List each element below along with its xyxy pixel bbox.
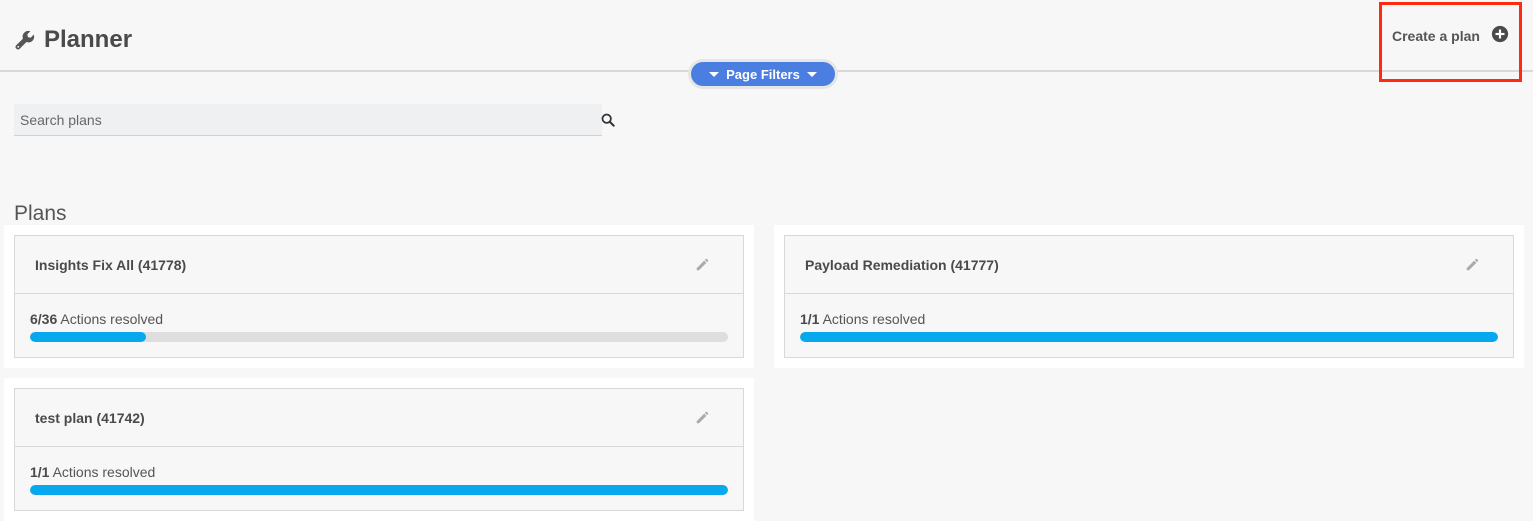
plan-card-body: 1/1 Actions resolved bbox=[15, 447, 743, 510]
caret-down-icon bbox=[709, 71, 720, 77]
plan-card-body: 6/36 Actions resolved bbox=[15, 294, 743, 357]
progress-bar bbox=[30, 332, 728, 342]
plan-card-header: test plan (41742) bbox=[15, 389, 743, 447]
progress-bar bbox=[800, 332, 1498, 342]
plan-card: test plan (41742) 1/1 Actions resolved bbox=[4, 378, 754, 521]
plan-card-header: Payload Remediation (41777) bbox=[785, 236, 1513, 294]
plan-card: Insights Fix All (41778) 6/36 Actions re… bbox=[4, 225, 754, 368]
page-filters-button[interactable]: Page Filters bbox=[688, 59, 838, 89]
actions-resolved-text: 1/1 Actions resolved bbox=[800, 311, 925, 327]
plan-card-header: Insights Fix All (41778) bbox=[15, 236, 743, 294]
actions-resolved-text: 6/36 Actions resolved bbox=[30, 311, 163, 327]
resolved-fraction: 1/1 bbox=[800, 311, 820, 327]
plan-title[interactable]: Insights Fix All (41778) bbox=[35, 257, 186, 273]
page-title-group: Planner bbox=[14, 26, 132, 54]
progress-bar-fill bbox=[30, 332, 147, 342]
search-icon[interactable] bbox=[601, 113, 615, 127]
wrench-icon bbox=[15, 30, 35, 50]
page-title: Planner bbox=[44, 26, 133, 53]
plan-card: Payload Remediation (41777) 1/1 Actions … bbox=[774, 225, 1524, 368]
progress-bar-fill bbox=[30, 485, 728, 495]
resolved-fraction: 1/1 bbox=[30, 464, 50, 480]
pencil-icon[interactable] bbox=[695, 411, 709, 425]
page-filters-inner: Page Filters bbox=[691, 62, 835, 86]
search-field bbox=[14, 104, 602, 136]
resolved-suffix: Actions resolved bbox=[60, 311, 164, 327]
plan-title[interactable]: test plan (41742) bbox=[35, 410, 145, 426]
resolved-suffix: Actions resolved bbox=[52, 464, 156, 480]
resolved-fraction: 6/36 bbox=[30, 311, 58, 327]
progress-bar bbox=[30, 485, 728, 495]
caret-down-icon bbox=[806, 71, 817, 77]
plans-section-title: Plans bbox=[14, 202, 67, 225]
plan-card-body: 1/1 Actions resolved bbox=[785, 294, 1513, 357]
pencil-icon[interactable] bbox=[695, 258, 709, 272]
progress-bar-fill bbox=[800, 332, 1498, 342]
plan-title[interactable]: Payload Remediation (41777) bbox=[805, 257, 999, 273]
pencil-icon[interactable] bbox=[1465, 258, 1479, 272]
resolved-suffix: Actions resolved bbox=[822, 311, 926, 327]
highlight-annotation bbox=[1379, 2, 1522, 82]
actions-resolved-text: 1/1 Actions resolved bbox=[30, 464, 155, 480]
page-filters-label: Page Filters bbox=[726, 66, 800, 82]
search-input[interactable] bbox=[14, 104, 602, 135]
